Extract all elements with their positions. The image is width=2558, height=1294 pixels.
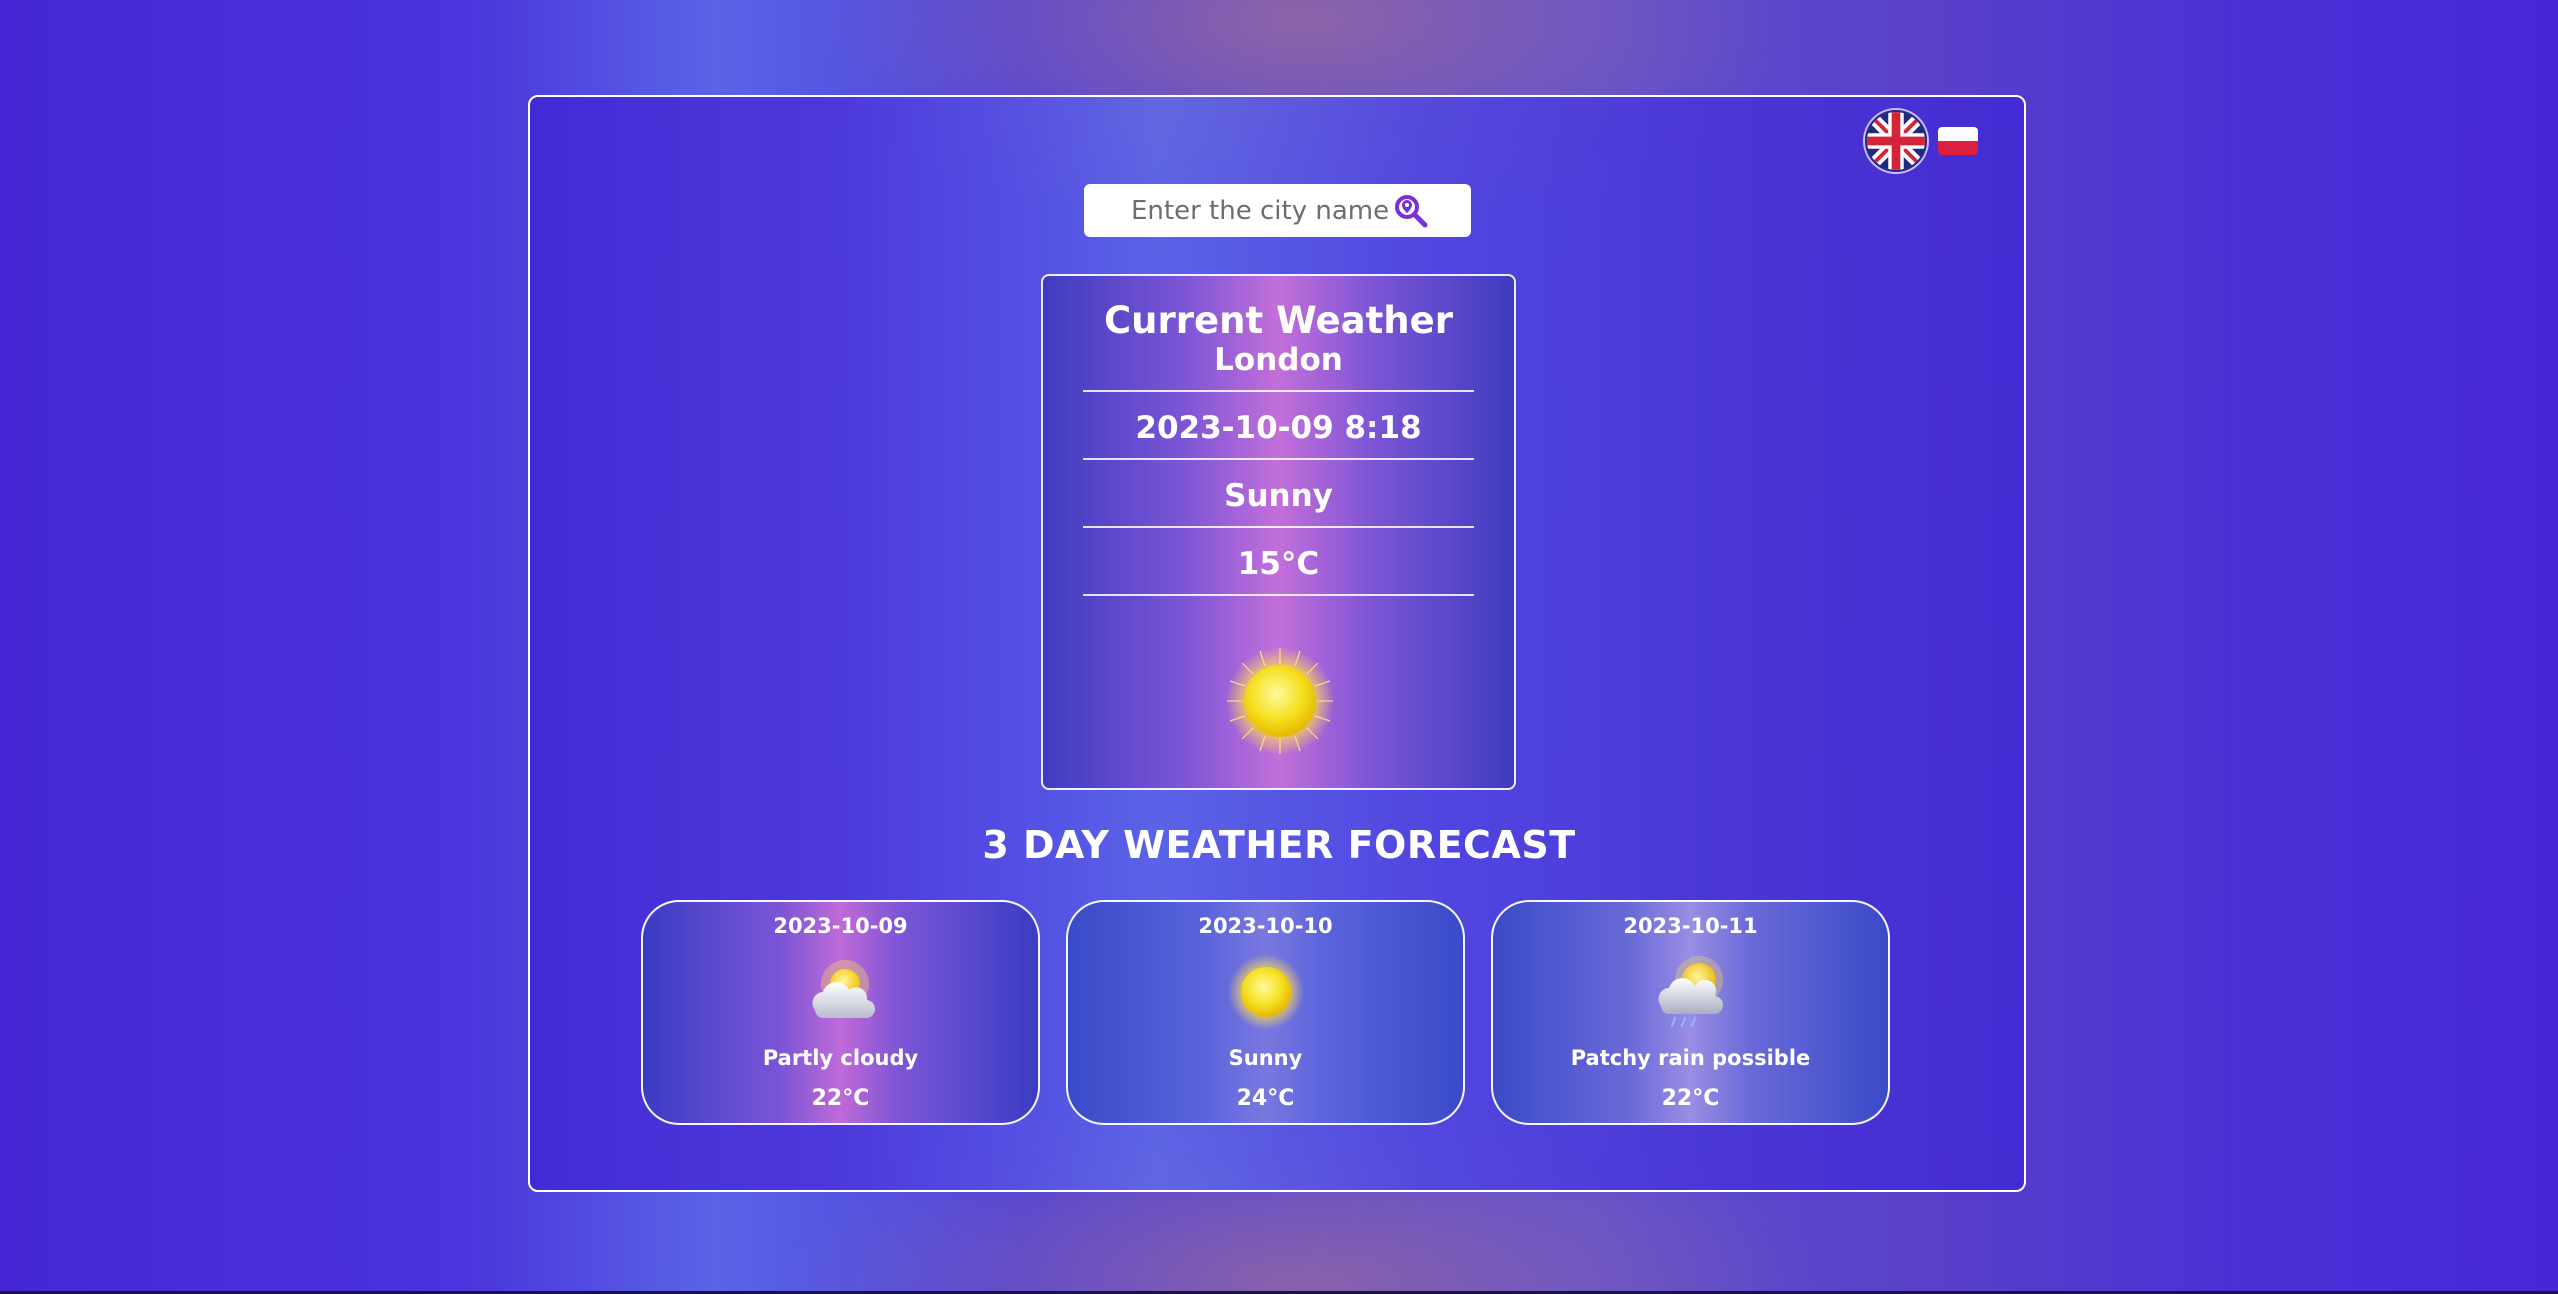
sun-icon — [1226, 952, 1306, 1032]
city-search-box — [1084, 184, 1471, 237]
forecast-card: 2023-10-10 Sunny 24°C — [1066, 900, 1465, 1125]
poland-flag-icon[interactable] — [1938, 127, 1978, 155]
forecast-temperature: 22°C — [1661, 1086, 1720, 1111]
current-datetime: 2023-10-09 8:18 — [1083, 396, 1474, 460]
patchy-rain-icon — [1651, 952, 1731, 1032]
forecast-condition: Sunny — [1228, 1046, 1303, 1070]
uk-flag-icon[interactable] — [1865, 110, 1927, 172]
current-weather-card: Current Weather London 2023-10-09 8:18 S… — [1041, 274, 1516, 790]
forecast-date: 2023-10-09 — [773, 914, 908, 938]
forecast-temperature: 24°C — [1236, 1086, 1295, 1111]
current-city: London — [1083, 328, 1474, 392]
current-condition: Sunny — [1083, 464, 1474, 528]
current-temperature: 15°C — [1083, 532, 1474, 596]
sun-icon — [1225, 646, 1335, 756]
forecast-date: 2023-10-11 — [1623, 914, 1758, 938]
forecast-condition: Partly cloudy — [762, 1046, 919, 1070]
city-search-input[interactable] — [1084, 184, 1394, 237]
forecast-condition: Patchy rain possible — [1570, 1046, 1811, 1070]
forecast-title: 3 DAY WEATHER FORECAST — [982, 823, 1576, 867]
location-search-icon[interactable] — [1394, 194, 1428, 228]
forecast-card: 2023-10-11 Patchy rain possible 22°C — [1491, 900, 1890, 1125]
forecast-temperature: 22°C — [811, 1086, 870, 1111]
forecast-card: 2023-10-09 Partly cloudy 22°C — [641, 900, 1040, 1125]
partly-cloudy-icon — [801, 952, 881, 1032]
forecast-date: 2023-10-10 — [1198, 914, 1333, 938]
